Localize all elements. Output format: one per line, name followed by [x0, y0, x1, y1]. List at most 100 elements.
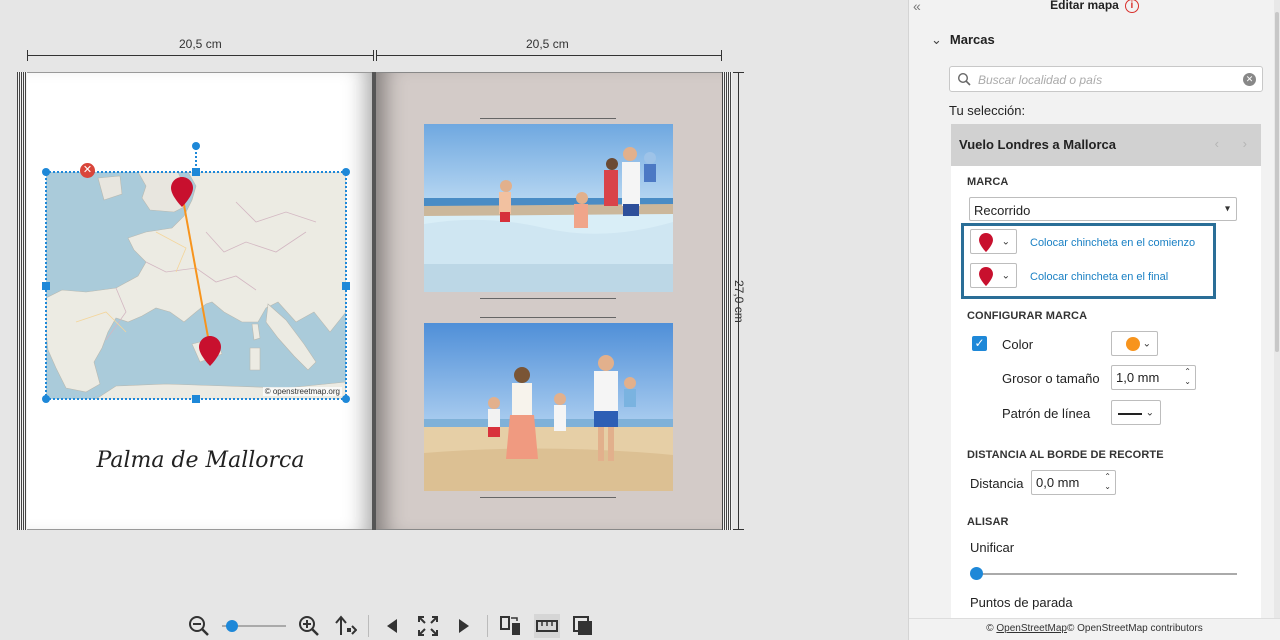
chevron-down-icon: ⌄ — [1145, 407, 1154, 418]
grosor-value: 1,0 mm — [1116, 370, 1160, 385]
distancia-heading: DISTANCIA AL BORDE DE RECORTE — [967, 449, 1164, 461]
panel-scrollbar[interactable] — [1274, 0, 1280, 640]
pin-icon — [979, 267, 993, 286]
resize-handle-bl[interactable] — [42, 395, 50, 403]
clear-search-icon[interactable]: ✕ — [1243, 73, 1256, 86]
info-icon[interactable]: i — [1124, 0, 1139, 13]
book-edge-right — [722, 72, 732, 530]
resize-handle-tr[interactable] — [342, 168, 350, 176]
prev-mark-icon[interactable]: ‹ — [1215, 136, 1219, 151]
toolbar-separator — [368, 615, 369, 637]
fit-icon[interactable] — [415, 614, 441, 638]
line-pattern-select[interactable]: ⌄ — [1111, 400, 1161, 425]
selection-label: Tu selección: — [949, 103, 1026, 118]
width-dimension-left — [27, 50, 374, 61]
distancia-value: 0,0 mm — [1036, 475, 1080, 490]
panel-title: Editar mapa — [1050, 0, 1119, 12]
export-icon[interactable] — [332, 614, 358, 638]
delete-element-icon[interactable]: ✕ — [80, 163, 95, 178]
panel-header: « Editar mapa i — [909, 0, 1280, 22]
unificar-slider-track[interactable] — [971, 573, 1237, 575]
map-credit: © openstreetmap.org — [262, 387, 342, 396]
marca-heading: MARCA — [967, 176, 1009, 188]
stepper-arrows-icon[interactable]: ⌃ ⌄ — [1104, 472, 1111, 492]
distancia-stepper[interactable]: 0,0 mm ⌃ ⌄ — [1031, 470, 1116, 495]
color-label: Color — [1002, 337, 1034, 352]
unificar-slider-knob[interactable] — [970, 567, 983, 580]
resize-handle-l[interactable] — [42, 282, 50, 290]
start-pin-select[interactable]: ⌄ — [970, 229, 1017, 254]
photo-beach-walk[interactable] — [424, 323, 673, 491]
mark-type-select[interactable]: Recorrido ▾ — [969, 197, 1237, 221]
resize-handle-r[interactable] — [342, 282, 350, 290]
photo-middle-rule-b — [480, 317, 616, 318]
attribution-footer: © OpenStreetMap© OpenStreetMap contribut… — [909, 618, 1280, 640]
page-caption[interactable]: Palma de Mallorca — [27, 448, 374, 473]
photo-top-rule — [480, 118, 616, 119]
color-swatch — [1126, 337, 1140, 351]
toolbar-separator — [487, 615, 488, 637]
section-marcas-toggle[interactable]: ⌄ Marcas — [931, 32, 995, 48]
rotate-handle[interactable] — [192, 142, 200, 150]
map-element[interactable]: © openstreetmap.org — [46, 172, 346, 399]
photo-beach-walk-image — [424, 323, 673, 491]
rotation-line — [195, 148, 197, 170]
width-dimension-right — [376, 50, 722, 61]
grosor-label: Grosor o tamaño — [1002, 371, 1100, 386]
bottom-toolbar — [186, 612, 596, 640]
next-page-icon[interactable] — [451, 614, 477, 638]
footer-prefix: © — [986, 623, 994, 634]
search-icon — [957, 72, 971, 86]
resize-handle-tl[interactable] — [42, 168, 50, 176]
canvas-area[interactable]: 20,5 cm 20,5 cm 27,0 cm © openstreetmap.… — [0, 0, 908, 640]
zoom-slider-knob[interactable] — [226, 620, 238, 632]
stepper-arrows-icon[interactable]: ⌃ ⌄ — [1184, 367, 1191, 387]
end-pin-select[interactable]: ⌄ — [970, 263, 1017, 288]
zoom-slider[interactable] — [222, 614, 286, 638]
map-image — [46, 172, 346, 399]
height-label: 27,0 cm — [732, 280, 746, 323]
selected-mark-header: Vuelo Londres a Mallorca ‹ › — [951, 124, 1261, 166]
panel-title-row: Editar mapa i — [909, 0, 1280, 13]
mark-type-value: Recorrido — [974, 203, 1031, 218]
prev-page-icon[interactable] — [379, 614, 405, 638]
paradas-label: Puntos de parada — [970, 595, 1073, 610]
color-picker[interactable]: ⌄ — [1111, 331, 1158, 356]
photo-bottom-rule — [480, 497, 616, 498]
solid-line-icon — [1118, 413, 1142, 415]
osm-link[interactable]: OpenStreetMap — [996, 623, 1067, 634]
selected-mark-title: Vuelo Londres a Mallorca — [959, 137, 1117, 152]
pin-icon — [979, 233, 993, 252]
pin-start-link[interactable]: Colocar chincheta en el comienzo — [1030, 237, 1195, 249]
resize-handle-t[interactable] — [192, 168, 200, 176]
section-marcas-title: Marcas — [949, 32, 995, 47]
photo-beach-splash-image — [424, 124, 673, 292]
configurar-heading: CONFIGURAR MARCA — [967, 310, 1088, 322]
panel-scrollbar-thumb[interactable] — [1275, 12, 1279, 352]
edit-map-panel: « Editar mapai ⌄Marcas ✕ Tu selección: V… — [908, 0, 1280, 640]
photo-middle-rule-a — [480, 298, 616, 299]
ruler-icon[interactable] — [534, 614, 560, 638]
search-input[interactable] — [978, 70, 1228, 90]
swap-pages-icon[interactable] — [498, 614, 524, 638]
distancia-label: Distancia — [970, 476, 1024, 491]
map-pin-end-icon[interactable] — [199, 336, 221, 366]
photo-beach-splash[interactable] — [424, 124, 673, 292]
chevron-down-icon: ▾ — [1224, 203, 1230, 215]
resize-handle-br[interactable] — [342, 395, 350, 403]
width-label-right: 20,5 cm — [522, 37, 573, 51]
zoom-in-icon[interactable] — [296, 614, 322, 638]
chevron-down-icon: ⌄ — [1001, 236, 1010, 247]
layers-icon[interactable] — [570, 614, 596, 638]
chevron-down-icon: ⌄ — [1142, 338, 1151, 349]
next-mark-icon[interactable]: › — [1243, 136, 1247, 151]
zoom-out-icon[interactable] — [186, 614, 212, 638]
map-pin-start-icon[interactable] — [171, 177, 193, 207]
alisar-heading: ALISAR — [967, 516, 1009, 528]
color-checkbox[interactable]: ✓ — [972, 336, 987, 351]
pin-end-link[interactable]: Colocar chincheta en el final — [1030, 271, 1168, 283]
resize-handle-b[interactable] — [192, 395, 200, 403]
footer-suffix: © OpenStreetMap contributors — [1066, 623, 1203, 634]
mark-settings: MARCA Recorrido ▾ ⌄ Colocar chincheta en… — [951, 166, 1261, 640]
grosor-stepper[interactable]: 1,0 mm ⌃ ⌄ — [1111, 365, 1196, 390]
